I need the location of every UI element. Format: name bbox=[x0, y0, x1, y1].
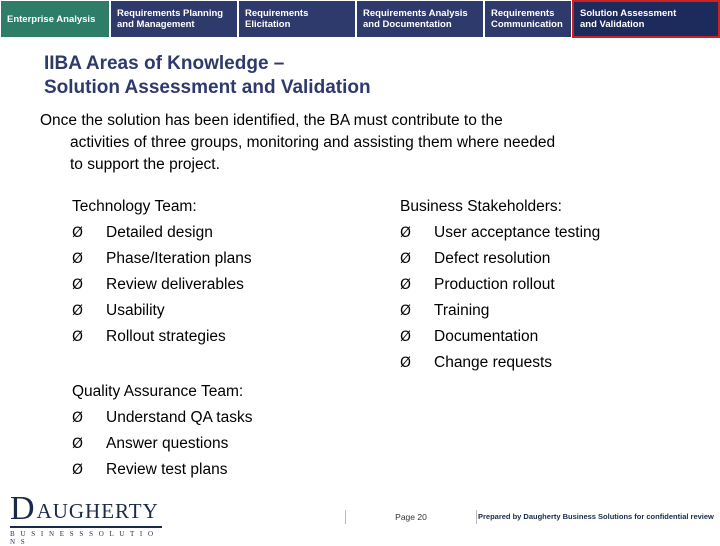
list-item: Ø Documentation bbox=[400, 324, 700, 350]
tab-requirements-communication[interactable]: Requirements Communication bbox=[484, 0, 572, 38]
list-item: Ø Understand QA tasks bbox=[72, 405, 402, 431]
list-item: Ø Review test plans bbox=[72, 457, 402, 483]
technology-item-1: Phase/Iteration plans bbox=[106, 250, 252, 267]
business-stakeholders-list: Ø User acceptance testing Ø Defect resol… bbox=[400, 220, 700, 376]
tab-solution-assessment-line1: Solution Assessment bbox=[580, 8, 677, 19]
arrow-bullet-icon: Ø bbox=[72, 462, 84, 478]
tab-requirements-planning[interactable]: Requirements Planning and Management bbox=[110, 0, 238, 38]
knowledge-area-tabbar: Enterprise Analysis Requirements Plannin… bbox=[0, 0, 720, 38]
technology-team-group: Technology Team: Ø Detailed design Ø Pha… bbox=[72, 194, 392, 350]
slide-title: IIBA Areas of Knowledge – Solution Asses… bbox=[44, 52, 720, 100]
slide-title-line2: Solution Assessment and Validation bbox=[44, 77, 371, 98]
tab-requirements-elicitation[interactable]: Requirements Elicitation bbox=[238, 0, 356, 38]
tab-requirements-communication-line1: Requirements bbox=[491, 8, 555, 19]
tab-enterprise-analysis-line1: Enterprise Analysis bbox=[7, 13, 96, 25]
quality-assurance-group: Quality Assurance Team: Ø Understand QA … bbox=[72, 379, 402, 483]
slide-title-line1: IIBA Areas of Knowledge – bbox=[44, 53, 285, 74]
quality-item-1: Answer questions bbox=[106, 435, 229, 452]
list-item: Ø Production rollout bbox=[400, 272, 700, 298]
list-item: Ø Usability bbox=[72, 298, 392, 324]
list-item: Ø User acceptance testing bbox=[400, 220, 700, 246]
technology-item-4: Rollout strategies bbox=[106, 328, 226, 345]
list-item: Ø Answer questions bbox=[72, 431, 402, 457]
list-item: Ø Review deliverables bbox=[72, 272, 392, 298]
slide-footer: D AUGHERTY B U S I N E S S S O L U T I O… bbox=[0, 492, 720, 546]
tab-solution-assessment-line2: and Validation bbox=[580, 19, 645, 30]
tab-requirements-elicitation-line1: Requirements Elicitation bbox=[245, 8, 309, 30]
business-stakeholders-group: Business Stakeholders: Ø User acceptance… bbox=[400, 194, 700, 376]
logo-wordmark: D AUGHERTY bbox=[10, 490, 160, 527]
technology-team-list: Ø Detailed design Ø Phase/Iteration plan… bbox=[72, 220, 392, 350]
quality-assurance-list: Ø Understand QA tasks Ø Answer questions… bbox=[72, 405, 402, 483]
arrow-bullet-icon: Ø bbox=[400, 251, 412, 267]
business-item-2: Production rollout bbox=[434, 276, 555, 293]
business-item-1: Defect resolution bbox=[434, 250, 551, 267]
tab-requirements-communication-line2: Communication bbox=[491, 19, 563, 30]
tab-requirements-analysis-line1: Requirements Analysis bbox=[363, 8, 468, 19]
list-item: Ø Defect resolution bbox=[400, 246, 700, 272]
arrow-bullet-icon: Ø bbox=[72, 303, 84, 319]
confidentiality-notice: Prepared by Daugherty Business Solutions… bbox=[478, 512, 714, 521]
arrow-bullet-icon: Ø bbox=[400, 277, 412, 293]
business-item-4: Documentation bbox=[434, 328, 539, 345]
tab-requirements-planning-line2: and Management bbox=[117, 19, 195, 30]
arrow-bullet-icon: Ø bbox=[400, 303, 412, 319]
list-item: Ø Phase/Iteration plans bbox=[72, 246, 392, 272]
tab-enterprise-analysis[interactable]: Enterprise Analysis bbox=[0, 0, 110, 38]
tab-solution-assessment[interactable]: Solution Assessment and Validation bbox=[572, 0, 720, 38]
tab-requirements-planning-line1: Requirements Planning bbox=[117, 8, 224, 19]
technology-item-2: Review deliverables bbox=[106, 276, 244, 293]
list-item: Ø Detailed design bbox=[72, 220, 392, 246]
tab-requirements-analysis-line2: and Documentation bbox=[363, 19, 452, 30]
intro-line2: activities of three groups, monitoring a… bbox=[70, 134, 556, 151]
business-item-0: User acceptance testing bbox=[434, 224, 601, 241]
logo-initial: D bbox=[10, 490, 36, 527]
tab-requirements-analysis[interactable]: Requirements Analysis and Documentation bbox=[356, 0, 484, 38]
quality-item-0: Understand QA tasks bbox=[106, 409, 253, 426]
arrow-bullet-icon: Ø bbox=[72, 251, 84, 267]
page-number: Page 20 bbox=[345, 510, 477, 524]
quality-assurance-heading: Quality Assurance Team: bbox=[72, 383, 244, 400]
arrow-bullet-icon: Ø bbox=[72, 277, 84, 293]
arrow-bullet-icon: Ø bbox=[400, 225, 412, 241]
arrow-bullet-icon: Ø bbox=[72, 436, 84, 452]
quality-item-2: Review test plans bbox=[106, 461, 228, 478]
intro-line1: Once the solution has been identified, t… bbox=[40, 112, 503, 129]
business-item-5: Change requests bbox=[434, 354, 553, 371]
intro-paragraph: Once the solution has been identified, t… bbox=[40, 110, 680, 176]
logo-tagline: B U S I N E S S S O L U T I O N S bbox=[10, 530, 155, 546]
daugherty-logo: D AUGHERTY B U S I N E S S S O L U T I O… bbox=[10, 490, 162, 546]
technology-item-3: Usability bbox=[106, 302, 165, 319]
arrow-bullet-icon: Ø bbox=[72, 410, 84, 426]
intro-line3: to support the project. bbox=[70, 156, 220, 173]
business-item-3: Training bbox=[434, 302, 490, 319]
list-item: Ø Change requests bbox=[400, 350, 700, 376]
arrow-bullet-icon: Ø bbox=[72, 225, 84, 241]
groups-section: Technology Team: Ø Detailed design Ø Pha… bbox=[0, 194, 720, 478]
list-item: Ø Rollout strategies bbox=[72, 324, 392, 350]
business-stakeholders-heading: Business Stakeholders: bbox=[400, 198, 562, 215]
technology-item-0: Detailed design bbox=[106, 224, 213, 241]
logo-word: AUGHERTY bbox=[36, 499, 159, 523]
technology-team-heading: Technology Team: bbox=[72, 198, 197, 215]
arrow-bullet-icon: Ø bbox=[400, 355, 412, 371]
list-item: Ø Training bbox=[400, 298, 700, 324]
arrow-bullet-icon: Ø bbox=[72, 329, 84, 345]
arrow-bullet-icon: Ø bbox=[400, 329, 412, 345]
